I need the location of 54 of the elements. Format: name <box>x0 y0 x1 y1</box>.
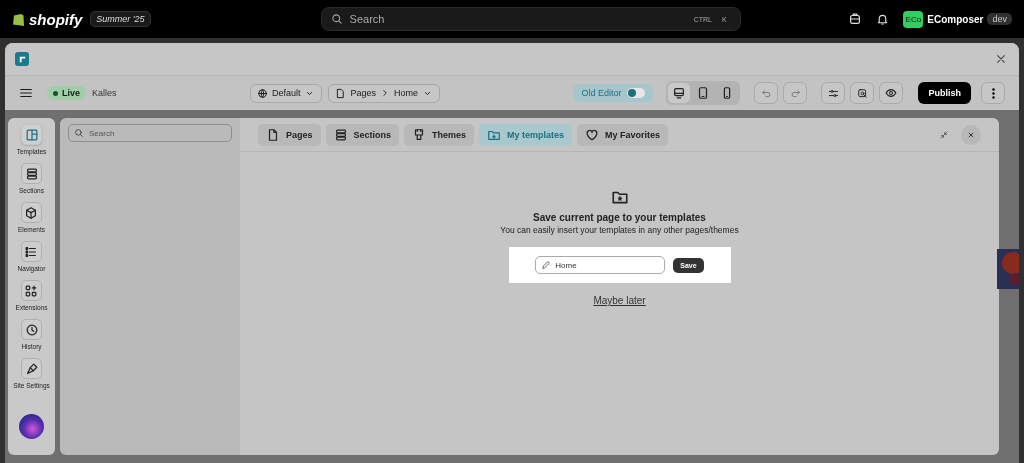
sections-icon <box>24 166 39 181</box>
undo-icon <box>761 87 772 99</box>
dialog-description: You can easily insert your templates in any other pages/themes <box>500 225 739 235</box>
tab[interactable]: Sections <box>325 123 400 146</box>
heart-icon <box>585 127 600 142</box>
settings-button[interactable] <box>821 82 846 104</box>
more-icon <box>991 87 995 99</box>
chevron-icon <box>380 88 390 98</box>
device-button[interactable] <box>668 83 691 103</box>
preview-button[interactable] <box>879 82 904 104</box>
layout-icon <box>24 127 39 142</box>
clock-icon <box>24 322 39 337</box>
list-icon <box>24 244 39 259</box>
template-name-field[interactable]: Home <box>535 256 666 274</box>
brush-icon <box>24 361 39 376</box>
dialog-heading: Save current page to your templates <box>533 212 706 223</box>
inspect-button[interactable] <box>850 82 875 104</box>
store-avatar[interactable]: ECo <box>903 10 924 28</box>
app-logo <box>15 52 29 66</box>
language-dropdown[interactable]: Default <box>249 83 323 103</box>
apps-icon <box>24 283 39 298</box>
store-label: Kalles <box>92 88 117 98</box>
tab[interactable]: Pages <box>258 123 321 146</box>
page-icon <box>335 87 347 99</box>
store-name: EComposer <box>927 13 984 25</box>
search-icon <box>74 128 84 138</box>
more-button[interactable] <box>981 82 1005 104</box>
search-field[interactable]: Search <box>68 124 232 142</box>
store-icon <box>848 12 863 26</box>
shopify-logo[interactable]: shopify <box>12 10 83 28</box>
search-icon <box>330 13 343 25</box>
desktop-icon <box>672 86 687 100</box>
sliders-icon <box>828 87 839 99</box>
pencil-icon <box>541 260 552 270</box>
page-dropdown[interactable]: Pages Home <box>328 83 441 103</box>
globe-icon <box>256 87 268 99</box>
cube-icon <box>24 205 39 220</box>
inspect-icon <box>857 87 868 99</box>
store-tag: dev <box>987 13 1012 25</box>
bell-icon <box>876 12 890 26</box>
edition-badge: Summer '25 <box>90 11 151 27</box>
close-icon <box>995 53 1007 65</box>
collapse-icon <box>939 129 949 140</box>
redo-icon <box>790 87 801 99</box>
publish-button[interactable]: Publish <box>918 82 971 104</box>
tab[interactable]: My Favorites <box>577 123 669 146</box>
maybe-later-link[interactable]: Maybe later <box>593 295 646 306</box>
tab[interactable]: Themes <box>404 123 475 146</box>
assistant-orb[interactable] <box>19 414 44 439</box>
eye-icon <box>885 87 898 99</box>
live-badge: Live <box>47 86 86 100</box>
menu-icon <box>19 86 33 100</box>
page-icon <box>266 127 280 142</box>
sections-icon <box>333 127 348 142</box>
